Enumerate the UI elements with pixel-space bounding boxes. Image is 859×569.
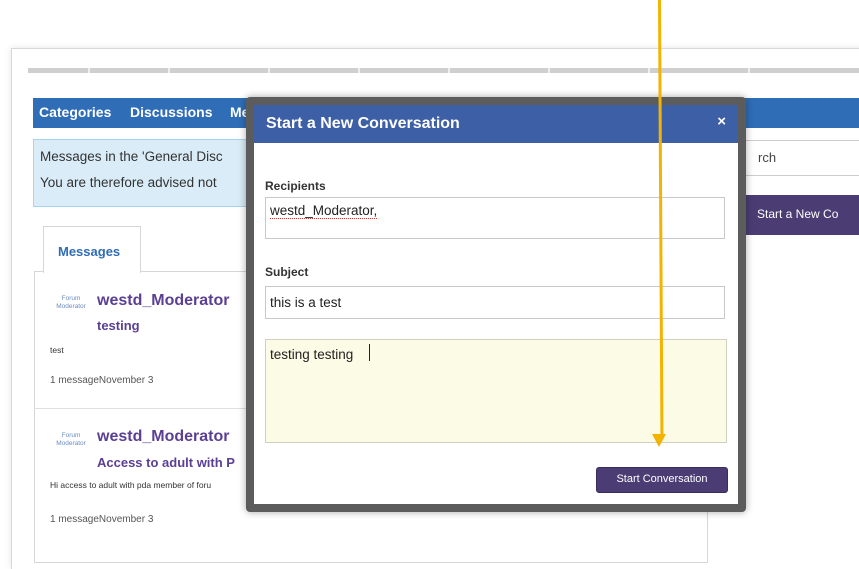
info-notice: Messages in the 'General Disc You are th… <box>33 139 265 207</box>
annotation-arrow-head-icon <box>652 434 666 447</box>
nav-categories[interactable]: Categories <box>39 104 111 120</box>
search-input[interactable]: rch <box>727 140 859 176</box>
message-author[interactable]: westd_Moderator <box>97 428 229 446</box>
avatar: Forum Moderator <box>53 432 89 448</box>
avatar: Forum Moderator <box>53 295 89 311</box>
notice-line-1: Messages in the 'General Disc <box>40 149 223 164</box>
start-new-conversation-button[interactable]: Start a New Co <box>742 195 859 235</box>
message-preview: test <box>50 345 64 355</box>
text-caret <box>369 344 370 361</box>
recipients-field[interactable]: westd_Moderator, <box>265 197 725 239</box>
start-conversation-button[interactable]: Start Conversation <box>596 467 728 493</box>
message-value: testing testing <box>270 347 354 362</box>
message-subject[interactable]: testing <box>97 318 140 333</box>
search-placeholder: rch <box>758 150 777 165</box>
recipients-label: Recipients <box>265 179 326 193</box>
message-subject[interactable]: Access to adult with P <box>97 455 235 470</box>
modal-header: Start a New Conversation × <box>254 105 738 143</box>
recipients-value: westd_Moderator, <box>270 203 378 219</box>
message-author[interactable]: westd_Moderator <box>97 292 229 310</box>
notice-line-2: You are therefore advised not <box>40 175 217 190</box>
nav-discussions[interactable]: Discussions <box>130 104 212 120</box>
message-textarea[interactable]: testing testing <box>265 339 727 443</box>
modal-title: Start a New Conversation <box>266 115 460 132</box>
tab-messages-label: Messages <box>58 244 121 259</box>
message-preview: Hi access to adult with pda member of fo… <box>50 480 212 490</box>
tab-messages[interactable]: Messages <box>43 226 141 273</box>
close-icon[interactable]: × <box>717 113 726 130</box>
message-meta: 1 messageNovember 3 <box>50 514 154 525</box>
subject-label: Subject <box>265 265 309 279</box>
role-line: Forum <box>61 432 81 439</box>
subject-value: this is a test <box>270 295 342 310</box>
role-line: Moderator <box>56 440 86 447</box>
top-strip <box>28 68 859 73</box>
role-line: Moderator <box>56 303 86 310</box>
subject-field[interactable]: this is a test <box>265 286 725 319</box>
start-new-conversation-label: Start a New Co <box>757 207 839 221</box>
message-divider <box>34 408 264 409</box>
role-line: Forum <box>61 295 81 302</box>
message-meta: 1 messageNovember 3 <box>50 375 154 386</box>
